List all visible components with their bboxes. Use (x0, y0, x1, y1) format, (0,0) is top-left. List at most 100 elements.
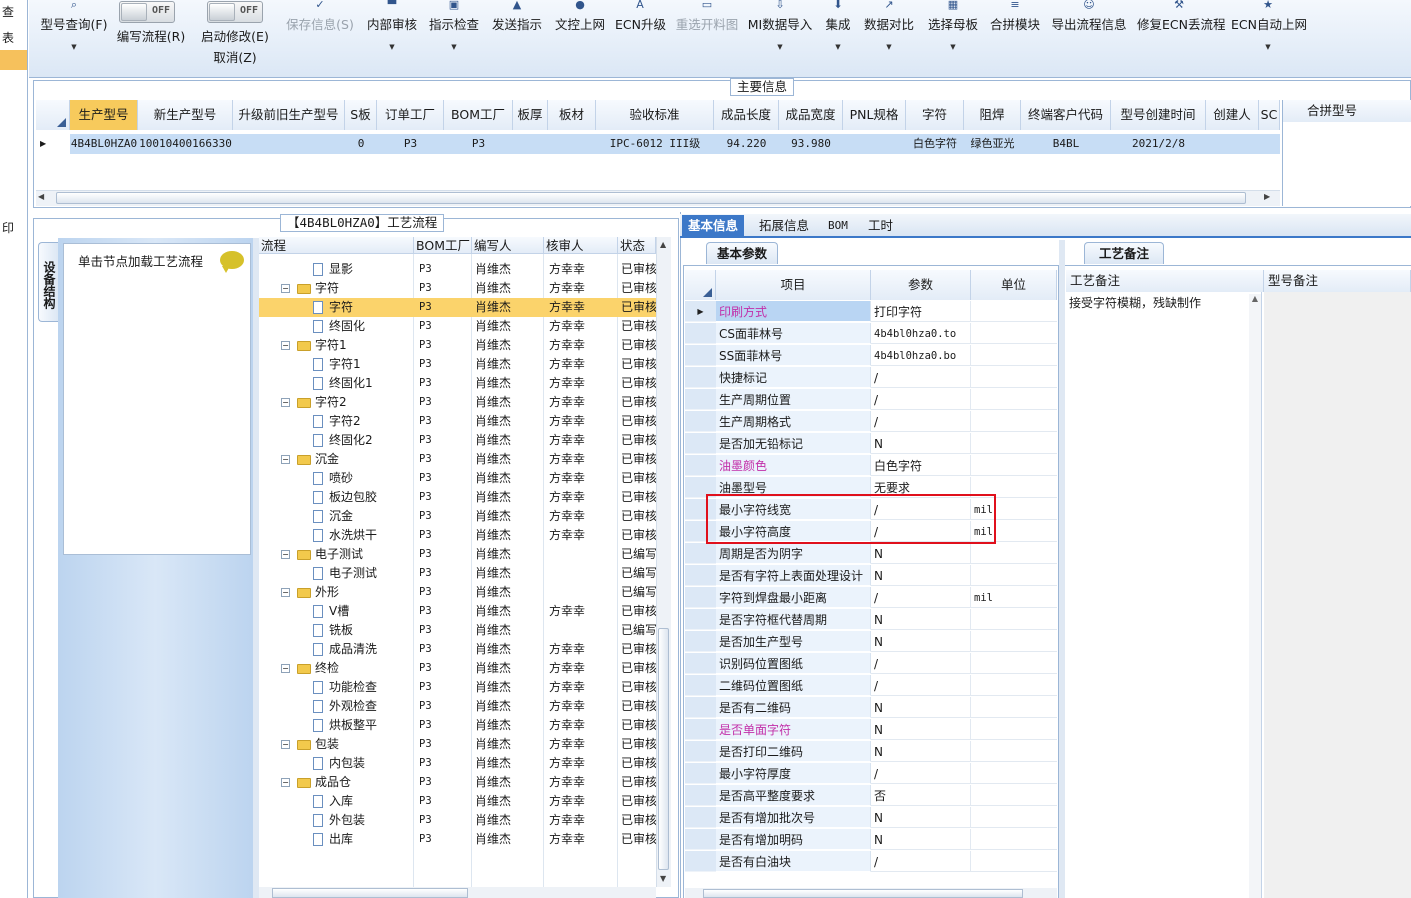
main-row-cell[interactable] (843, 134, 906, 154)
collapse-toggle-icon[interactable]: − (281, 588, 290, 597)
param-row[interactable]: 是否加无铅标记 N (685, 433, 1057, 455)
param-row[interactable]: 是否有二维码 N (685, 697, 1057, 719)
process-tree-row[interactable]: − 字符 P3 肖维杰 方幸幸 已审核 (259, 279, 656, 298)
scroll-up-icon[interactable]: ▲ (660, 240, 666, 249)
mi-data-import-button[interactable]: ⇩ MI数据导入 ▼ (747, 0, 813, 64)
data-compare-button[interactable]: ↗ 数据对比 ▼ (861, 0, 917, 64)
main-header-cell[interactable]: 成品长度 (714, 100, 779, 130)
process-tree-row[interactable]: 入库 P3 肖维杰 方幸幸 已审核 (259, 792, 656, 811)
main-row-cell[interactable]: 94.220 (714, 134, 779, 154)
tree-header-checker[interactable]: 核审人 (544, 237, 618, 254)
process-remark-textarea[interactable] (1066, 292, 1262, 898)
main-row-cell[interactable]: 93.980 (779, 134, 843, 154)
process-tree-row[interactable]: 显影 P3 肖维杰 方幸幸 已审核 (259, 260, 656, 279)
param-value[interactable]: N (871, 543, 971, 564)
param-header-unit[interactable]: 单位 (971, 270, 1057, 300)
param-value[interactable]: / (871, 763, 971, 784)
param-value[interactable]: / (871, 851, 971, 872)
process-tree-row[interactable]: 字符1 P3 肖维杰 方幸幸 已审核 (259, 355, 656, 374)
main-header-cell[interactable]: 验收标准 (596, 100, 714, 130)
tree-header-writer[interactable]: 编写人 (472, 237, 544, 254)
main-row-cell[interactable] (513, 134, 548, 154)
param-row[interactable]: 是否加生产型号 N (685, 631, 1057, 653)
tab-process-remark[interactable]: 工艺备注 (1084, 242, 1164, 264)
main-row-cell[interactable]: 0 (345, 134, 377, 154)
left-strip-item[interactable]: 印 (0, 218, 27, 238)
select-motherboard-button[interactable]: ▦ 选择母板 ▼ (925, 0, 981, 64)
param-row[interactable]: 是否高平整度要求否 (685, 785, 1057, 807)
param-value[interactable]: N (871, 565, 971, 586)
tab-work-hours[interactable]: 工时 (862, 215, 899, 237)
panel-splitter[interactable] (1059, 240, 1065, 898)
process-tree-row[interactable]: 水洗烘干 P3 肖维杰 方幸幸 已审核 (259, 526, 656, 545)
process-tree-row[interactable]: 内包装 P3 肖维杰 方幸幸 已审核 (259, 754, 656, 773)
collapse-toggle-icon[interactable]: − (281, 778, 290, 787)
param-row[interactable]: 是否打印二维码 N (685, 741, 1057, 763)
remark-header-model[interactable]: 型号备注 (1264, 270, 1411, 292)
main-row-cell[interactable] (1259, 134, 1280, 154)
main-row-cell[interactable]: P3 (444, 134, 513, 154)
process-tree-row[interactable]: − 字符1 P3 肖维杰 方幸幸 已审核 (259, 336, 656, 355)
param-value[interactable]: N (871, 631, 971, 652)
process-tree-row[interactable]: − 电子测试 P3 肖维杰 已编写 (259, 545, 656, 564)
tab-extended-info[interactable]: 拓展信息 (753, 215, 815, 237)
left-strip-item[interactable]: 查 (0, 2, 27, 22)
tree-header-status[interactable]: 状态 (618, 237, 656, 254)
process-tree-hscroll-thumb[interactable] (272, 888, 468, 898)
collapse-toggle-icon[interactable]: − (281, 398, 290, 407)
main-row-cell[interactable]: B4BL (1021, 134, 1111, 154)
collapse-toggle-icon[interactable]: − (281, 740, 290, 749)
process-tree-row[interactable]: 烘板整平 P3 肖维杰 方幸幸 已审核 (259, 716, 656, 735)
process-tree-row[interactable]: 字符 P3 肖维杰 方幸幸 已审核 (259, 298, 656, 317)
param-value[interactable]: 否 (871, 785, 971, 806)
remark-scrollbar[interactable]: ▲ (1249, 294, 1261, 898)
main-header-cell[interactable]: 成品宽度 (779, 100, 843, 130)
param-value[interactable]: / (871, 411, 971, 432)
main-header-cell[interactable]: 新生产型号 (138, 100, 233, 130)
main-row-cell[interactable]: 白色字符 (906, 134, 964, 154)
param-header-item[interactable]: 项目 (716, 270, 871, 300)
param-value[interactable]: N (871, 807, 971, 828)
main-row-cell[interactable] (1206, 134, 1259, 154)
ecn-auto-online-button[interactable]: ★ ECN自动上网 ▼ (1231, 0, 1307, 64)
process-tree-row[interactable]: 字符2 P3 肖维杰 方幸幸 已审核 (259, 412, 656, 431)
param-row[interactable]: 是否有白油块 / (685, 851, 1057, 873)
param-row[interactable]: 生产周期位置 / (685, 389, 1057, 411)
process-tree-row[interactable]: V槽 P3 肖维杰 方幸幸 已审核 (259, 602, 656, 621)
process-tree-scroll-thumb[interactable] (658, 628, 669, 870)
param-grid-scroll-thumb[interactable] (703, 889, 1023, 898)
internal-review-button[interactable]: ▀ 内部审核 ▼ (365, 0, 419, 64)
main-row-cell[interactable]: IPC-6012 III级 (596, 134, 714, 154)
tab-basic-params[interactable]: 基本参数 (706, 242, 778, 264)
main-row-cell[interactable]: 4B4BL0HZA0 (70, 134, 138, 154)
scroll-right-icon[interactable]: ▶ (1264, 192, 1270, 201)
scroll-down-icon[interactable]: ▼ (660, 874, 666, 883)
main-header-cell[interactable]: 阻焊 (964, 100, 1021, 130)
param-row[interactable]: 字符到焊盘最小距离 / mil (685, 587, 1057, 609)
process-tree-row[interactable]: 终固化1 P3 肖维杰 方幸幸 已审核 (259, 374, 656, 393)
param-row[interactable]: 最小字符厚度 / (685, 763, 1057, 785)
process-tree-row[interactable]: − 终检 P3 肖维杰 方幸幸 已审核 (259, 659, 656, 678)
main-row-cell[interactable] (233, 134, 345, 154)
collapse-toggle-icon[interactable]: − (281, 455, 290, 464)
main-header-cell[interactable]: 创建人 (1206, 100, 1259, 130)
param-row[interactable]: SS面菲林号 4b4bl0hza0.bo (685, 345, 1057, 367)
process-tree-row[interactable]: 成品清洗 P3 肖维杰 方幸幸 已审核 (259, 640, 656, 659)
main-header-cell[interactable]: 板材 (548, 100, 596, 130)
reselect-cutting-button[interactable]: ▭ 重选开料图 (673, 0, 741, 64)
main-header-cell[interactable]: 型号创建时间 (1111, 100, 1206, 130)
param-value[interactable]: / (871, 389, 971, 410)
process-tree-row[interactable]: 出库 P3 肖维杰 方幸幸 已审核 (259, 830, 656, 849)
scroll-left-icon[interactable]: ◀ (38, 192, 44, 201)
process-tree-row[interactable]: 电子测试 P3 肖维杰 已编写 (259, 564, 656, 583)
main-row-cell[interactable]: 绿色亚光 (964, 134, 1021, 154)
main-header-cell[interactable]: BOM工厂 (444, 100, 513, 130)
param-value[interactable]: N (871, 719, 971, 740)
process-tree-row[interactable]: − 字符2 P3 肖维杰 方幸幸 已审核 (259, 393, 656, 412)
main-header-cell[interactable]: 生产型号 (70, 100, 138, 130)
tree-header-process[interactable]: 流程 (259, 237, 414, 254)
param-row[interactable]: 是否单面字符 N (685, 719, 1057, 741)
param-value[interactable]: / (871, 675, 971, 696)
param-value[interactable]: 4b4bl0hza0.bo (871, 345, 971, 366)
collapse-toggle-icon[interactable]: − (281, 284, 290, 293)
